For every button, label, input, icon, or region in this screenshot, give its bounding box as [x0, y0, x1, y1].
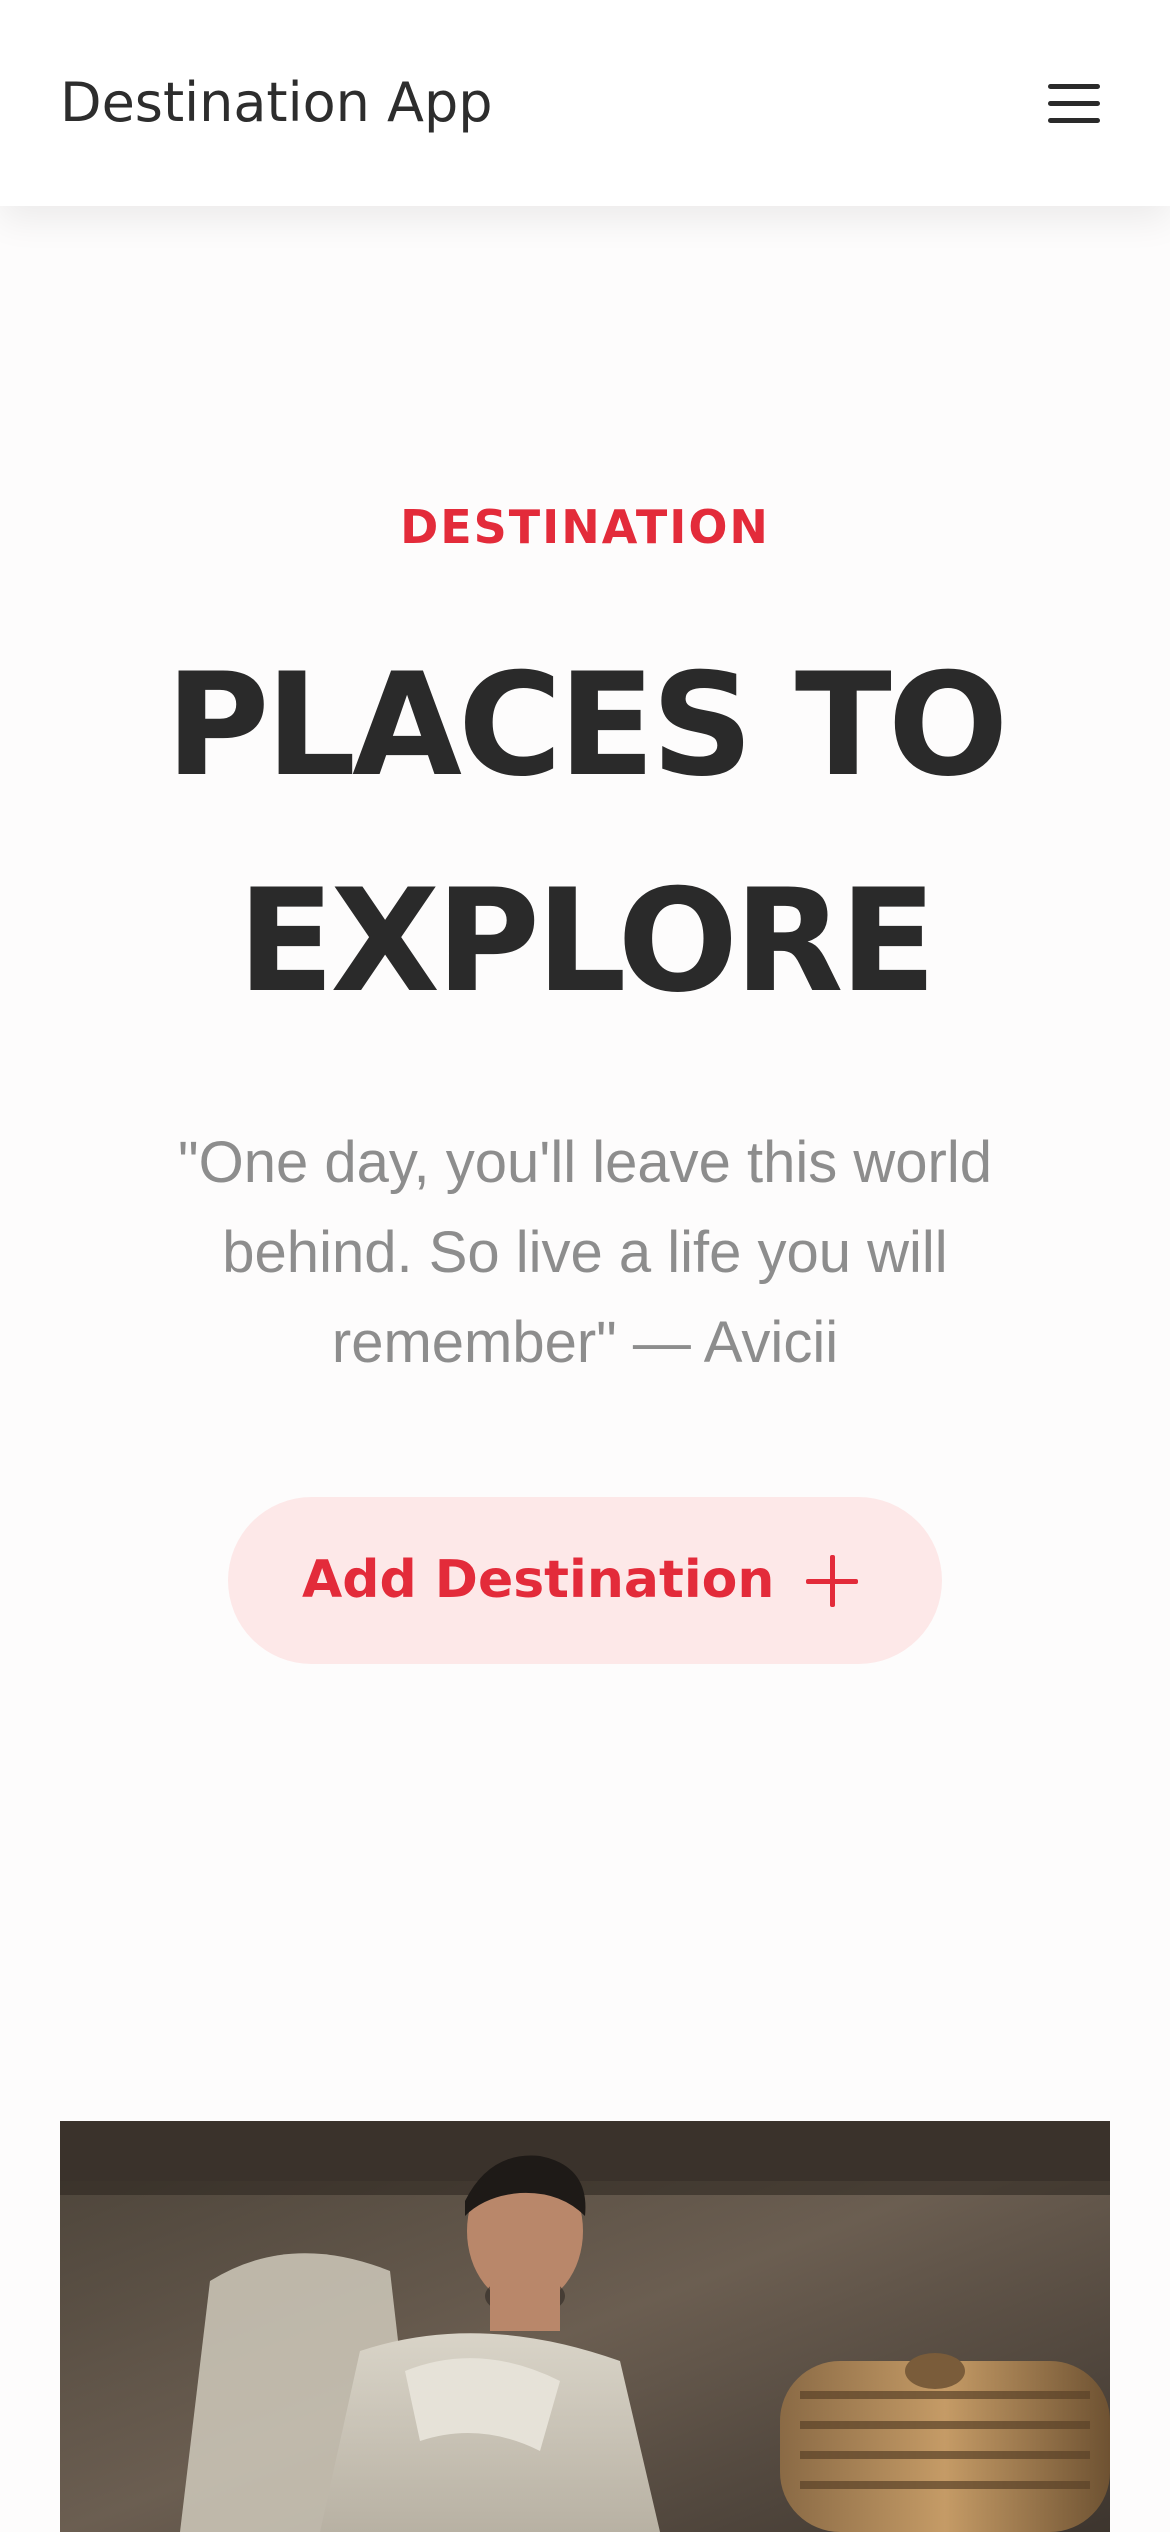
menu-bar-top: [1048, 84, 1100, 89]
destination-photo-illustration: [60, 2121, 1110, 2532]
section-eyebrow: DESTINATION: [400, 500, 770, 554]
top-navbar: Destination App: [0, 0, 1170, 206]
page-title: PLACES TO EXPLORE: [80, 618, 1090, 1050]
hero-quote: "One day, you'll leave this world behind…: [178, 1130, 992, 1375]
destination-photo[interactable]: [60, 2121, 1110, 2532]
hamburger-menu-icon[interactable]: [1034, 68, 1114, 140]
plus-icon: [806, 1555, 858, 1607]
menu-bar-bottom: [1048, 118, 1100, 123]
page-title-line-1: PLACES TO: [165, 643, 1009, 808]
page-title-line-2: EXPLORE: [237, 859, 936, 1024]
add-destination-button[interactable]: Add Destination: [228, 1497, 942, 1664]
add-destination-label: Add Destination: [302, 1550, 775, 1610]
app-brand[interactable]: Destination App: [60, 68, 493, 138]
menu-bar-middle: [1048, 101, 1100, 106]
